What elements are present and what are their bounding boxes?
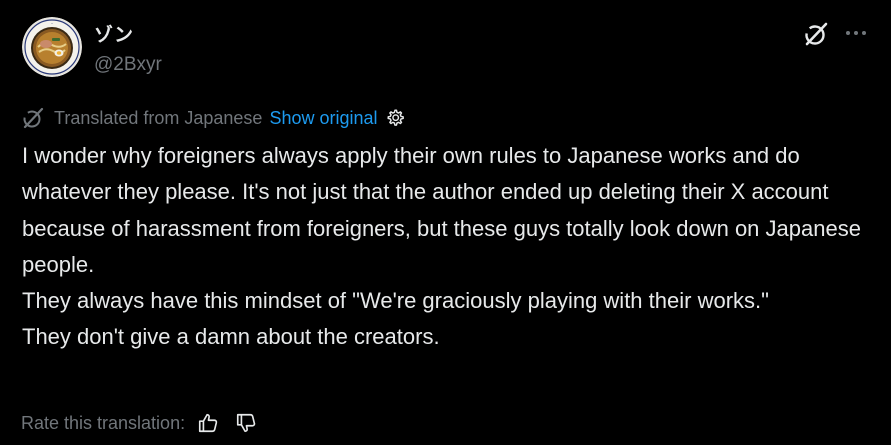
user-handle[interactable]: @2Bxyr bbox=[94, 54, 162, 76]
thumbs-up-icon[interactable] bbox=[197, 412, 219, 434]
tweet-text-line: I wonder why foreigners always apply the… bbox=[22, 143, 861, 277]
display-name[interactable]: ゾン bbox=[94, 20, 134, 47]
rate-translation-label: Rate this translation: bbox=[21, 412, 186, 433]
more-button[interactable] bbox=[842, 20, 870, 48]
grok-icon bbox=[805, 22, 828, 46]
more-icon bbox=[846, 31, 866, 35]
grok-translate-icon bbox=[23, 107, 44, 129]
translation-bar: Translated from Japanese Show original bbox=[21, 105, 406, 131]
avatar[interactable]: ~ bbox=[22, 17, 82, 77]
tweet-text: I wonder why foreigners always apply the… bbox=[22, 138, 872, 356]
grok-button[interactable] bbox=[802, 20, 830, 48]
tweet-text-line: They don't give a damn about the creator… bbox=[22, 324, 440, 350]
rate-translation-bar: Rate this translation: bbox=[21, 410, 257, 436]
gear-icon[interactable] bbox=[384, 107, 406, 129]
ramen-bowl-icon: ~ bbox=[22, 17, 82, 77]
show-original-link[interactable]: Show original bbox=[269, 108, 377, 129]
tweet-text-line: They always have this mindset of "We're … bbox=[22, 288, 769, 314]
translated-label: Translated from Japanese bbox=[54, 107, 263, 128]
thumbs-down-icon[interactable] bbox=[235, 412, 257, 434]
